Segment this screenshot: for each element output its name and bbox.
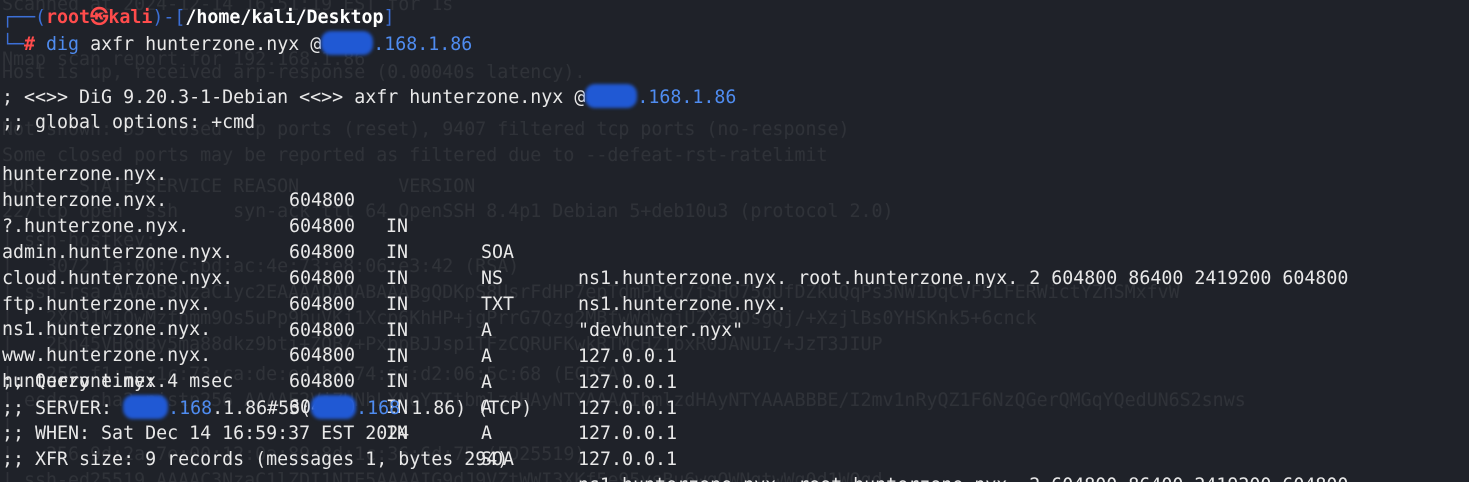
server-post: .1.86) (TCP)	[400, 398, 533, 419]
prompt-symbol: #	[24, 34, 36, 55]
record-ttl: 604800	[289, 242, 356, 263]
command-args: axfr hunterzone.nyx @	[90, 34, 322, 55]
prompt-host: kali	[108, 7, 153, 28]
dns-record-row: hunterzone.nyx. 604800 IN NS ns1.hunterz…	[0, 162, 787, 315]
command-ip-tail: .168.1.86	[373, 34, 473, 55]
prompt-frame-end: ]	[383, 7, 395, 28]
server-line: ;; SERVER: .168.1.86#53(.168.1.86) (TCP)	[2, 395, 532, 421]
record-data: 127.0.0.1	[578, 449, 678, 470]
record-ttl: 604800	[289, 294, 356, 315]
global-options: ;; global options: +cmd	[2, 112, 256, 133]
record-class: IN	[386, 242, 409, 263]
server-mid: .1.86#53(	[212, 398, 312, 419]
redacted-ip-blur	[585, 84, 638, 108]
record-class: IN	[386, 294, 409, 315]
when-line: ;; WHEN: Sat Dec 14 16:59:37 EST 2024	[2, 423, 410, 444]
prompt-frame-bottom: └─	[2, 34, 25, 55]
record-data: ns1.hunterzone.nyx.	[578, 294, 788, 315]
record-ttl: 604800	[289, 268, 356, 289]
record-data: 127.0.0.1	[578, 423, 678, 444]
redacted-ip-blur	[123, 395, 169, 419]
dns-record-row: ?.hunterzone.nyx. 604800 IN TXT "devhunt…	[0, 188, 743, 341]
record-data: 127.0.0.1	[578, 346, 678, 367]
server-ip-tail-1: .168	[168, 398, 213, 419]
record-ttl: 604800	[289, 320, 356, 341]
dns-record-row: hunterzone.nyx. 604800 IN SOA ns1.hunter…	[0, 136, 1348, 289]
dns-record-row: ftp.hunterzone.nyx. 604800 IN A 127.0.0.…	[0, 266, 677, 419]
terminal-window[interactable]: Scanned at 2024-12-14 16:51:19 EST for 1…	[0, 0, 1469, 482]
server-label: ;; SERVER:	[2, 398, 124, 419]
dig-banner-ip-tail: .168.1.86	[637, 87, 737, 108]
prompt-command-line[interactable]: └─# dig axfr hunterzone.nyx @ .168.1.86	[2, 31, 472, 57]
prompt-user: root	[46, 7, 91, 28]
record-type: SOA	[481, 242, 515, 263]
record-type: TXT	[481, 294, 515, 315]
dns-record-row: www.hunterzone.nyx. 604800 IN A 127.0.0.…	[0, 317, 677, 470]
record-ttl: 604800	[289, 345, 356, 366]
dns-record-row: ns1.hunterzone.nyx. 604800 IN A 127.0.0.…	[0, 291, 677, 444]
record-type: A	[481, 372, 493, 393]
record-data: 127.0.0.1	[578, 372, 678, 393]
command-name: dig	[46, 34, 80, 55]
prompt-header: ┌──(root㉿kali)-[/home/kali/Desktop]	[2, 5, 395, 31]
record-data: "devhunter.nyx"	[578, 320, 744, 341]
record-ttl: 604800	[289, 190, 356, 211]
prompt-path: /home/kali/Desktop	[185, 7, 384, 28]
prompt-frame-mid: )-[	[152, 7, 186, 28]
kali-skull-icon: ㉿	[90, 7, 109, 28]
record-type: A	[481, 423, 493, 444]
redacted-ip-blur	[311, 395, 357, 419]
record-class: IN	[386, 268, 409, 289]
dns-record-row: hunterzone.nyx. 604800 IN SOA ns1.hunter…	[0, 343, 1348, 482]
record-class: IN	[386, 216, 409, 237]
record-ttl: 604800	[289, 216, 356, 237]
redacted-ip-blur	[321, 31, 374, 55]
dns-record-row: admin.hunterzone.nyx. 604800 IN A 127.0.…	[0, 214, 677, 367]
record-type: NS	[481, 268, 504, 289]
record-data: 127.0.0.1	[578, 398, 678, 419]
record-type: A	[481, 320, 493, 341]
dig-banner: ; <<>> DiG 9.20.3-1-Debian <<>> axfr hun…	[2, 84, 736, 110]
terminal-output: ┌──(root㉿kali)-[/home/kali/Desktop] └─# …	[0, 0, 1469, 482]
record-data: ns1.hunterzone.nyx. root.hunterzone.nyx.…	[578, 268, 1349, 289]
prompt-frame-top: ┌──(	[2, 7, 47, 28]
record-class: IN	[386, 371, 409, 392]
record-class: IN	[386, 320, 409, 341]
xfr-size-line: ;; XFR size: 9 records (messages 1, byte…	[2, 449, 509, 470]
query-time: ;; Query time: 4 msec	[2, 371, 234, 392]
server-ip-tail-2: .168	[356, 398, 401, 419]
record-data: ns1.hunterzone.nyx. root.hunterzone.nyx.…	[578, 473, 1348, 482]
record-ttl: 604800	[289, 371, 356, 392]
dns-record-row: cloud.hunterzone.nyx. 604800 IN A 127.0.…	[0, 240, 677, 393]
dig-banner-text: ; <<>> DiG 9.20.3-1-Debian <<>> axfr hun…	[2, 87, 586, 108]
record-type: A	[481, 346, 493, 367]
record-class: IN	[386, 346, 409, 367]
